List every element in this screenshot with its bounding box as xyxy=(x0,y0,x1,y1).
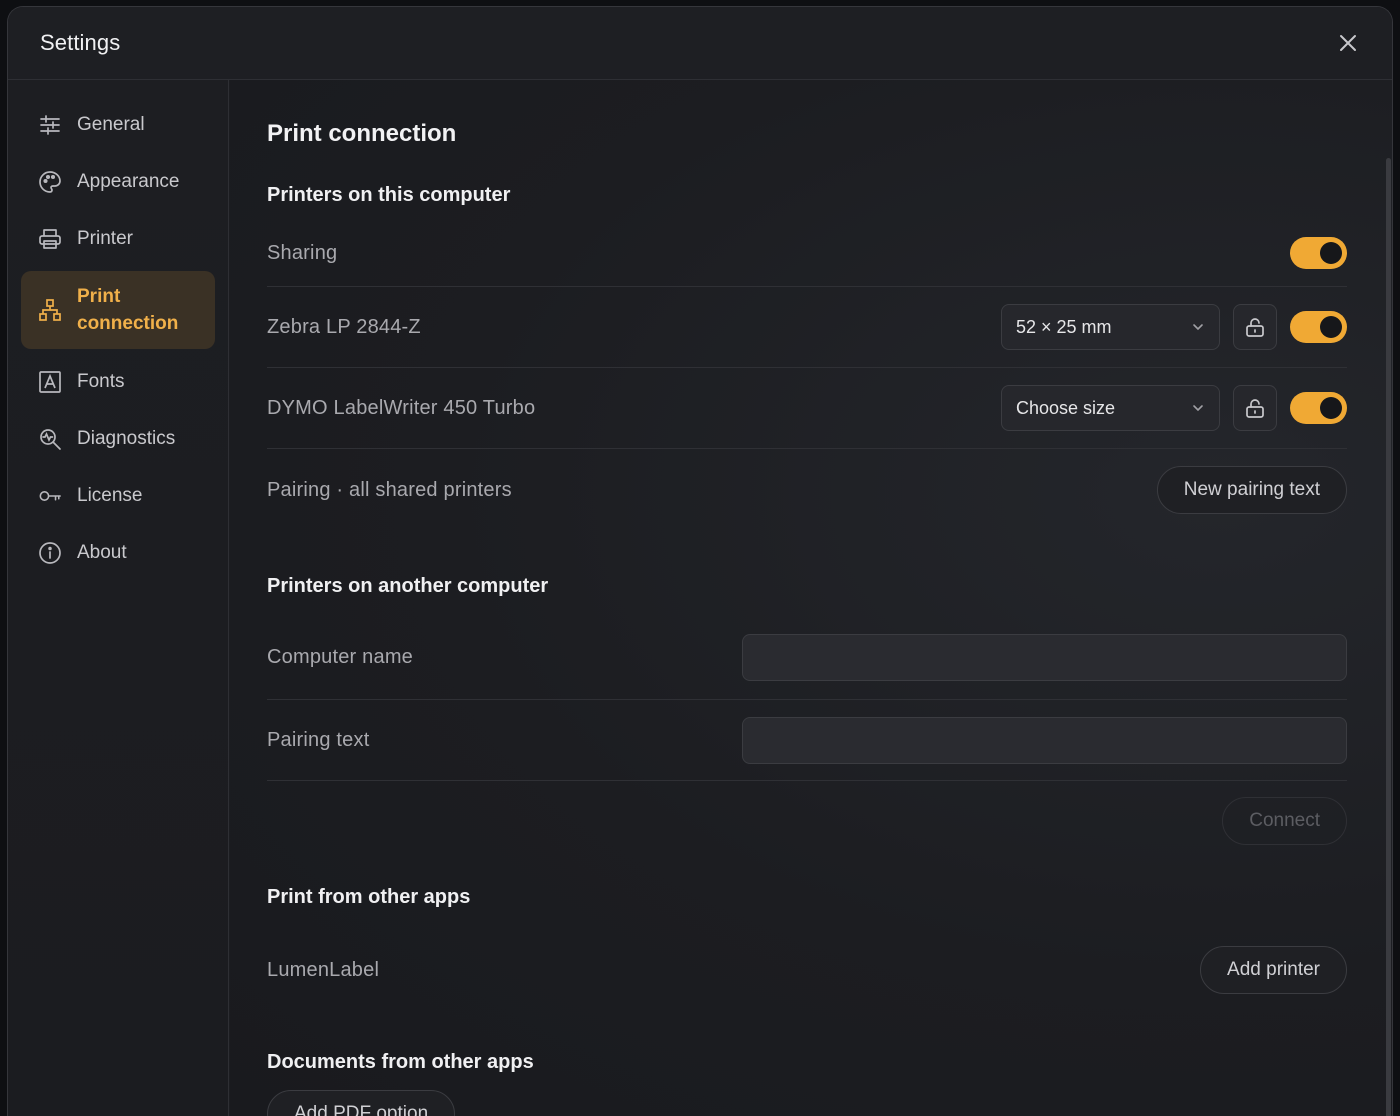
palette-icon xyxy=(38,170,62,194)
sidebar-item-license[interactable]: License xyxy=(21,471,215,520)
pairing-text-input[interactable] xyxy=(742,716,1347,764)
key-icon xyxy=(38,484,62,508)
sidebar-item-label: Diagnostics xyxy=(77,427,176,449)
sharing-toggle[interactable] xyxy=(1290,237,1347,269)
sidebar-item-appearance[interactable]: Appearance xyxy=(21,157,215,206)
page-title: Print connection xyxy=(267,120,457,147)
font-icon xyxy=(38,370,62,394)
other-app-label: LumenLabel xyxy=(267,958,380,981)
title-bar: Settings xyxy=(8,7,1392,80)
settings-dialog: Settings General Appearance Printer Prin… xyxy=(7,6,1393,1116)
connect-row: Connect xyxy=(267,796,1347,846)
sidebar: General Appearance Printer Print connect… xyxy=(8,80,229,1116)
sharing-label: Sharing xyxy=(267,241,338,264)
add-printer-button[interactable]: Add printer xyxy=(1200,946,1347,994)
close-icon xyxy=(1340,35,1356,51)
printer-row-zebra: Zebra LP 2844-Z 52 × 25 mm xyxy=(267,287,1347,368)
sidebar-item-label: Fonts xyxy=(77,370,125,392)
pairing-text-label: Pairing text xyxy=(267,728,370,751)
pairing-row: Pairing · all shared printers New pairin… xyxy=(267,449,1347,531)
network-icon xyxy=(38,298,62,322)
section-heading-local: Printers on this computer xyxy=(267,184,511,206)
diagnostics-icon xyxy=(38,427,62,451)
lock-button[interactable] xyxy=(1233,385,1277,431)
label-size-select[interactable]: Choose size xyxy=(1001,385,1220,431)
sidebar-item-label: About xyxy=(77,541,127,563)
add-pdf-option-button[interactable]: Add PDF option xyxy=(267,1090,456,1116)
computer-name-input[interactable] xyxy=(742,634,1347,681)
printer-icon xyxy=(38,227,62,251)
sidebar-item-label: General xyxy=(77,113,145,135)
sidebar-item-label: Printer xyxy=(77,227,133,249)
chevron-down-icon xyxy=(1193,324,1203,331)
chevron-down-icon xyxy=(1193,405,1203,412)
close-button[interactable] xyxy=(1330,25,1366,61)
sidebar-item-fonts[interactable]: Fonts xyxy=(21,357,215,406)
section-heading-other-apps: Print from other apps xyxy=(267,886,471,908)
info-icon xyxy=(38,541,62,565)
printer-name: Zebra LP 2844-Z xyxy=(267,315,421,338)
toggle-knob xyxy=(1320,242,1342,264)
lock-button[interactable] xyxy=(1233,304,1277,350)
pairing-label: Pairing · all shared printers xyxy=(267,478,512,501)
scrollbar[interactable] xyxy=(1386,158,1391,1116)
sidebar-item-label: Print connection xyxy=(77,286,179,334)
label-size-value: Choose size xyxy=(1016,397,1116,418)
printer-enabled-toggle[interactable] xyxy=(1290,311,1347,343)
unlock-icon xyxy=(1246,318,1264,337)
sidebar-item-printer[interactable]: Printer xyxy=(21,214,215,263)
computer-name-row: Computer name xyxy=(267,616,1347,700)
computer-name-label: Computer name xyxy=(267,646,413,668)
section-heading-documents: Documents from other apps xyxy=(267,1051,534,1073)
main-panel: Print connection Printers on this comput… xyxy=(230,80,1392,1116)
connect-button[interactable]: Connect xyxy=(1222,797,1347,845)
section-heading-remote: Printers on another computer xyxy=(267,575,549,597)
sidebar-item-general[interactable]: General xyxy=(21,100,215,149)
sidebar-item-print-connection[interactable]: Print connection xyxy=(21,271,215,349)
sidebar-item-label: Appearance xyxy=(77,170,180,192)
other-app-row: LumenLabel Add printer xyxy=(267,935,1347,1005)
new-pairing-text-button[interactable]: New pairing text xyxy=(1156,466,1347,514)
toggle-knob xyxy=(1320,316,1342,338)
pairing-text-row: Pairing text xyxy=(267,700,1347,781)
sharing-row: Sharing xyxy=(267,220,1347,287)
printer-row-dymo: DYMO LabelWriter 450 Turbo Choose size xyxy=(267,368,1347,449)
sidebar-item-label: License xyxy=(77,484,143,506)
printer-enabled-toggle[interactable] xyxy=(1290,392,1347,424)
sliders-icon xyxy=(38,113,62,137)
dialog-title: Settings xyxy=(40,30,121,55)
toggle-knob xyxy=(1320,397,1342,419)
unlock-icon xyxy=(1246,399,1264,418)
sidebar-item-diagnostics[interactable]: Diagnostics xyxy=(21,414,215,463)
label-size-value: 52 × 25 mm xyxy=(1016,316,1112,337)
label-size-select[interactable]: 52 × 25 mm xyxy=(1001,304,1220,350)
sidebar-item-about[interactable]: About xyxy=(21,528,215,577)
printer-name: DYMO LabelWriter 450 Turbo xyxy=(267,396,536,419)
